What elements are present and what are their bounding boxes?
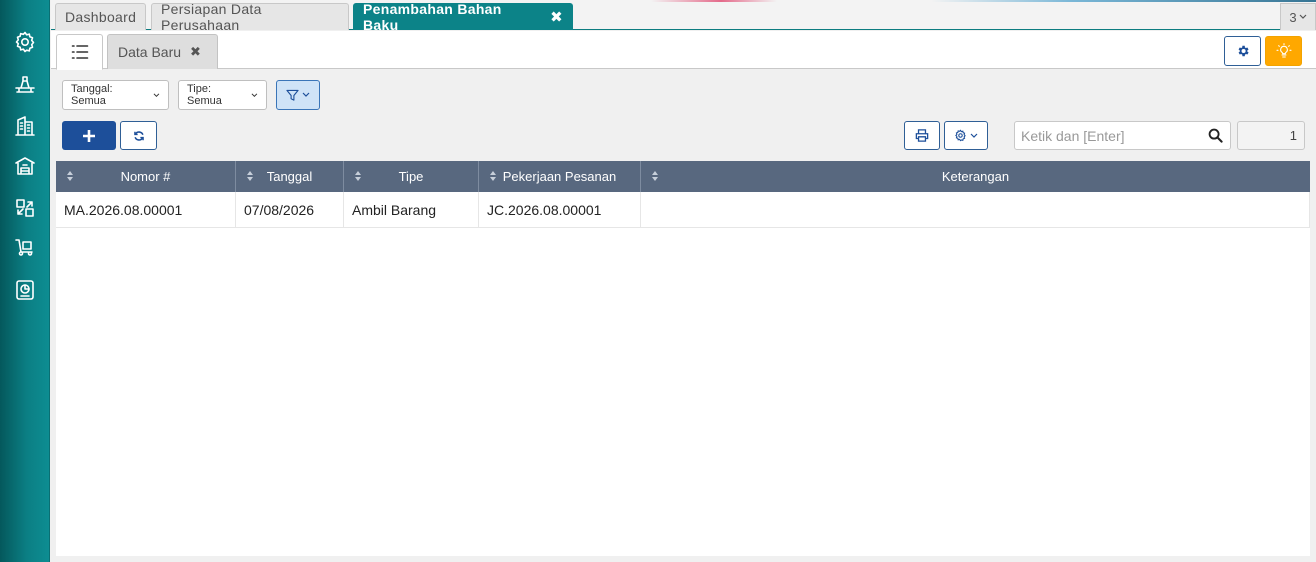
sidebar-item-purchase[interactable]: [9, 232, 41, 264]
table-header: Nomor # Tanggal Tipe Pekerjaan Pesanan K…: [56, 161, 1310, 192]
cell-pekerjaan-pesanan: JC.2026.08.00001: [479, 192, 641, 228]
gear-icon: [955, 129, 966, 142]
tab-count-value: 3: [1289, 9, 1297, 25]
list-view-tab[interactable]: [56, 34, 103, 70]
chevron-down-icon: [302, 92, 310, 97]
filter-options-button[interactable]: [276, 80, 320, 110]
warehouse-icon: [15, 157, 35, 175]
cell-tipe: Ambil Barang: [344, 192, 479, 228]
close-icon[interactable]: ✖: [190, 44, 201, 60]
main-panel: Data Baru ✖ Tanggal: Semua Tipe: Semua K…: [51, 31, 1316, 562]
data-table: Nomor # Tanggal Tipe Pekerjaan Pesanan K…: [56, 161, 1310, 556]
sort-icon: [67, 171, 73, 181]
refresh-icon: [133, 130, 144, 141]
column-header-keterangan[interactable]: Keterangan: [641, 161, 1310, 192]
search-input[interactable]: [1015, 122, 1200, 149]
search-box: [1014, 121, 1231, 150]
filter-tanggal-dropdown[interactable]: Tanggal: Semua: [62, 80, 169, 110]
chevron-down-icon: [1299, 14, 1307, 19]
transfer-icon: [16, 199, 34, 217]
column-header-tipe[interactable]: Tipe: [344, 161, 479, 192]
tab-label: Dashboard: [65, 9, 137, 25]
sort-icon: [490, 171, 496, 181]
tab-label: Penambahan Bahan Baku: [363, 1, 502, 33]
close-icon[interactable]: ✖: [550, 8, 563, 26]
cell-tanggal: 07/08/2026: [236, 192, 344, 228]
sidebar: [0, 0, 50, 562]
cart-icon: [15, 239, 33, 256]
column-label: Tipe: [398, 169, 424, 184]
sub-tab-bar: Data Baru ✖: [51, 31, 1316, 70]
sidebar-item-settings[interactable]: [9, 26, 41, 58]
filter-tipe-dropdown[interactable]: Tipe: Semua: [178, 80, 267, 110]
tab-label: Persiapan Data Perusahaan: [161, 1, 262, 33]
column-label: Tanggal: [266, 169, 313, 184]
top-tab-bar: Dashboard Persiapan Data Perusahaan Pena…: [51, 0, 1316, 33]
column-label: Pekerjaan Pesanan: [502, 169, 617, 184]
sub-tab-label: Data Baru: [118, 44, 182, 60]
plus-icon: [83, 129, 95, 142]
options-dropdown-button[interactable]: [944, 121, 988, 150]
gear-icon: [15, 31, 35, 53]
filter-tanggal-label: Tanggal: Semua: [71, 83, 113, 107]
gear-icon: [1238, 45, 1249, 57]
print-button[interactable]: [904, 121, 940, 150]
tab-dashboard[interactable]: Dashboard: [55, 3, 146, 30]
tab-count-dropdown[interactable]: 3: [1280, 3, 1316, 30]
sidebar-item-transfer[interactable]: [9, 192, 41, 224]
search-icon[interactable]: [1208, 128, 1223, 143]
chevron-down-icon: [251, 92, 258, 97]
column-label: Keterangan: [941, 169, 1010, 184]
table-row[interactable]: MA.2026.08.00001 07/08/2026 Ambil Barang…: [56, 192, 1310, 228]
cell-nomor: MA.2026.08.00001: [56, 192, 236, 228]
sidebar-item-report[interactable]: [9, 274, 41, 306]
printer-icon: [915, 129, 929, 142]
filter-icon: [286, 89, 299, 101]
machine-icon: [15, 76, 35, 93]
sidebar-item-production[interactable]: [9, 68, 41, 100]
refresh-button[interactable]: [120, 121, 157, 150]
column-header-pekerjaan-pesanan[interactable]: Pekerjaan Pesanan: [479, 161, 641, 192]
building-icon: [15, 116, 35, 136]
tips-button[interactable]: [1265, 36, 1302, 66]
sort-icon: [247, 171, 253, 181]
column-label: Nomor #: [120, 169, 171, 184]
sort-icon: [355, 171, 361, 181]
settings-button[interactable]: [1224, 36, 1261, 66]
lightbulb-icon: [1275, 43, 1292, 58]
tab-penambahan-bahan-baku[interactable]: Penambahan Bahan Baku ✖: [353, 1, 573, 33]
chevron-down-icon: [970, 133, 978, 138]
page-number: 1: [1289, 128, 1297, 143]
tab-persiapan-data-perusahaan[interactable]: Persiapan Data Perusahaan: [151, 1, 349, 33]
list-icon: [71, 45, 88, 59]
column-header-tanggal[interactable]: Tanggal: [236, 161, 344, 192]
cell-keterangan: [641, 192, 1310, 228]
page-number-field[interactable]: 1: [1237, 121, 1305, 150]
sort-icon: [652, 171, 658, 181]
report-icon: [16, 280, 34, 300]
add-button[interactable]: [62, 121, 116, 150]
filter-tipe-label: Tipe: Semua: [187, 83, 222, 107]
column-header-nomor[interactable]: Nomor #: [56, 161, 236, 192]
sidebar-item-warehouse[interactable]: [9, 150, 41, 182]
tab-data-baru[interactable]: Data Baru ✖: [107, 34, 218, 69]
top-accent-line: [651, 0, 1316, 2]
sidebar-item-company[interactable]: [9, 110, 41, 142]
chevron-down-icon: [153, 92, 160, 97]
